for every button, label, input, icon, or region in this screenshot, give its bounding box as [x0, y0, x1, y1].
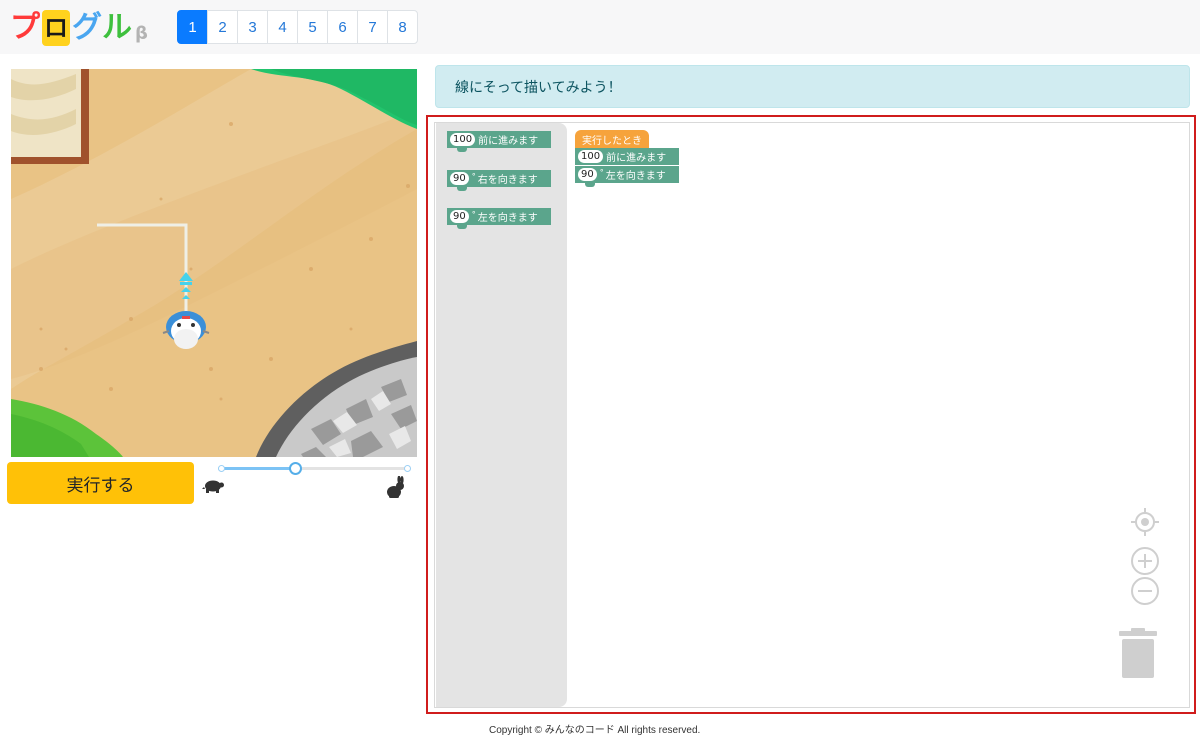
toolbox-block-turn-right[interactable]: 90 ° 右を向きます: [447, 170, 551, 191]
stage-scene: [11, 69, 417, 457]
run-button[interactable]: 実行する: [7, 462, 194, 504]
logo-char-2: ロ: [42, 10, 70, 46]
block-number[interactable]: 100: [450, 133, 476, 146]
block-label: 左を向きます: [605, 171, 666, 182]
zoom-out-icon[interactable]: [1130, 576, 1160, 606]
page-4-button[interactable]: 4: [267, 10, 298, 44]
turtle-icon: [202, 480, 224, 493]
block-notch: [585, 183, 595, 187]
block-number[interactable]: 100: [578, 150, 604, 163]
program-block-turn-left[interactable]: 90 ° 左を向きます: [575, 166, 679, 187]
degree-symbol: °: [471, 172, 476, 181]
page-1-button[interactable]: 1: [177, 10, 208, 44]
page-5-button[interactable]: 5: [297, 10, 328, 44]
degree-symbol: °: [471, 210, 476, 219]
block-number[interactable]: 90: [450, 210, 469, 223]
page-7-button[interactable]: 7: [357, 10, 388, 44]
block-label: 前に進みます: [478, 136, 539, 147]
block-notch: [457, 225, 467, 229]
block-label: 左を向きます: [477, 213, 538, 224]
program-block-forward[interactable]: 100 前に進みます: [575, 148, 679, 165]
page-2-button[interactable]: 2: [207, 10, 238, 44]
logo[interactable]: プ ロ グ ル β: [10, 8, 148, 48]
page-8-button[interactable]: 8: [387, 10, 418, 44]
degree-symbol: °: [599, 168, 604, 177]
block-number[interactable]: 90: [450, 172, 469, 185]
logo-char-4: ル: [102, 10, 132, 45]
speed-slider[interactable]: [218, 462, 411, 475]
drawing-stage: [11, 69, 417, 457]
page-6-button[interactable]: 6: [327, 10, 358, 44]
toolbox-block-forward[interactable]: 100 前に進みます: [447, 131, 551, 152]
trash-icon[interactable]: [1119, 628, 1157, 678]
instruction-alert: 線にそって描いてみよう！: [435, 65, 1190, 108]
block-label: 前に進みます: [606, 153, 667, 164]
header: プ ロ グ ル β 1 2 3 4 5 6 7 8: [0, 0, 1200, 54]
block-notch: [457, 148, 467, 152]
block-notch: [457, 187, 467, 191]
block-number[interactable]: 90: [578, 168, 597, 181]
zoom-in-icon[interactable]: [1130, 546, 1160, 576]
logo-char-1: プ: [10, 10, 40, 45]
logo-beta: β: [135, 22, 148, 44]
page-3-button[interactable]: 3: [237, 10, 268, 44]
toolbox-block-turn-left[interactable]: 90 ° 左を向きます: [447, 208, 551, 229]
speed-slider-fill: [218, 467, 295, 470]
speed-slider-knob[interactable]: [289, 462, 302, 475]
rabbit-icon: [387, 476, 404, 498]
logo-char-3: グ: [72, 10, 102, 45]
target-icon[interactable]: [1130, 507, 1160, 537]
when-run-hat-block[interactable]: 実行したとき: [575, 130, 649, 148]
speed-slider-end: [404, 465, 411, 472]
level-pagination: 1 2 3 4 5 6 7 8: [177, 10, 418, 44]
block-label: 右を向きます: [477, 175, 538, 186]
speed-slider-start: [218, 465, 225, 472]
